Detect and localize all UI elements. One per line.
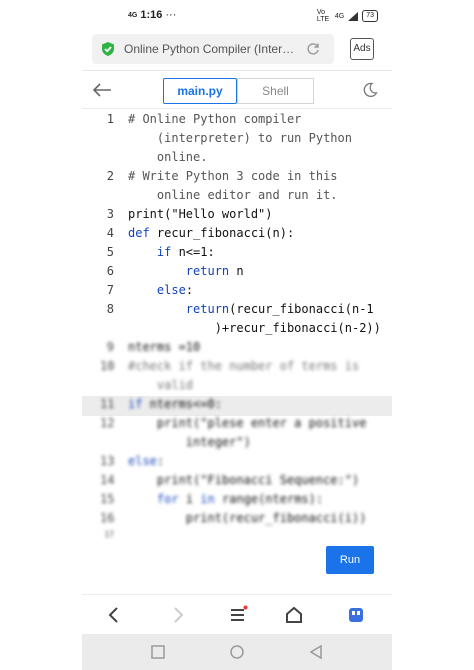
divider xyxy=(82,70,392,71)
line-number: 11 xyxy=(100,397,115,411)
home-circle-icon[interactable] xyxy=(229,644,245,660)
reload-icon[interactable] xyxy=(306,42,320,56)
line-number: 7 xyxy=(106,283,114,297)
tab-shell[interactable]: Shell xyxy=(237,78,314,104)
line-number: 16 xyxy=(100,511,115,525)
line-number: 2 xyxy=(106,169,114,183)
line-number: 4 xyxy=(106,226,114,240)
ads-button[interactable]: Ads xyxy=(350,38,374,60)
code-line: print("Fibonacci Sequence:") xyxy=(128,473,360,487)
network-indicator-2: 4G xyxy=(334,12,345,20)
clock: 1:16 xyxy=(140,9,163,21)
line-number: 17 xyxy=(104,530,114,539)
line-number: 13 xyxy=(100,454,115,468)
back-chevron-icon[interactable] xyxy=(104,605,124,625)
run-button[interactable]: Run xyxy=(326,546,374,574)
code-line: # Write Python 3 code in this xyxy=(128,169,338,183)
code-line: print("Hello world") xyxy=(128,207,273,221)
status-right: Vo LTE 4G 73 xyxy=(317,9,378,23)
code-line: # Online Python compiler xyxy=(128,112,302,126)
code-line: print("plese enter a positive xyxy=(128,416,367,430)
tabs-icon[interactable] xyxy=(346,605,366,625)
line-number: 8 xyxy=(106,302,114,316)
status-left: 4G 1:16 ··· xyxy=(128,9,176,21)
code-line: else: xyxy=(128,454,165,468)
code-line: print(recur_fibonacci(i)) xyxy=(128,511,367,525)
shield-check-icon xyxy=(102,42,114,56)
code-line: if n<=1: xyxy=(156,245,215,259)
address-bar[interactable]: Online Python Compiler (Inter… xyxy=(92,34,334,64)
code-line: return(recur_fibonacci(n-1 xyxy=(185,302,374,316)
tab-main-py[interactable]: main.py xyxy=(163,78,237,104)
dark-mode-moon-icon[interactable] xyxy=(362,82,378,98)
back-triangle-icon[interactable] xyxy=(308,644,324,660)
line-number: 3 xyxy=(106,207,114,221)
code-line: #check if the number of terms is xyxy=(128,359,360,373)
line-number: 12 xyxy=(100,416,115,430)
code-line: online editor and run it. xyxy=(128,188,338,202)
code-line: (interpreter) to run Python xyxy=(128,131,352,145)
code-line: integer") xyxy=(128,435,251,449)
recent-apps-icon[interactable] xyxy=(150,644,166,660)
line-number: 14 xyxy=(100,473,115,487)
lte-indicator: Vo LTE xyxy=(316,9,330,23)
browser-toolbar xyxy=(82,594,392,634)
signal-icon xyxy=(348,11,359,21)
network-indicator: 4G xyxy=(128,11,138,19)
code-line: else: xyxy=(156,283,194,297)
line-number: 6 xyxy=(106,264,114,278)
home-icon[interactable] xyxy=(284,605,304,625)
divider xyxy=(82,108,392,109)
code-line: def recur_fibonacci(n): xyxy=(128,226,295,240)
code-line: if nterms<=0: xyxy=(128,397,222,411)
line-number: 9 xyxy=(106,340,114,354)
line-number: 10 xyxy=(100,359,115,373)
code-line: online. xyxy=(128,150,208,164)
phone-screen: 4G 1:16 ··· Vo LTE 4G 73 Online Python C… xyxy=(82,0,392,670)
status-bar: 4G 1:16 ··· Vo LTE 4G 73 xyxy=(82,0,392,32)
line-number: 5 xyxy=(106,245,114,259)
code-line: valid xyxy=(128,378,194,392)
line-number: 1 xyxy=(106,112,114,126)
code-line: for i in range(nterms): xyxy=(156,492,324,506)
system-navigation-bar xyxy=(82,634,392,670)
code-line: nterms =10 xyxy=(128,340,201,354)
battery-indicator: 73 xyxy=(362,10,378,22)
code-line: )+recur_fibonacci(n-2)) xyxy=(128,321,381,335)
line-number: 15 xyxy=(100,492,115,506)
back-arrow-icon[interactable] xyxy=(92,82,112,98)
menu-icon[interactable] xyxy=(228,605,248,625)
page-title: Online Python Compiler (Inter… xyxy=(124,42,295,56)
notification-dots: ··· xyxy=(165,9,177,21)
code-line: return n xyxy=(185,264,244,278)
forward-chevron-icon[interactable] xyxy=(168,605,188,625)
